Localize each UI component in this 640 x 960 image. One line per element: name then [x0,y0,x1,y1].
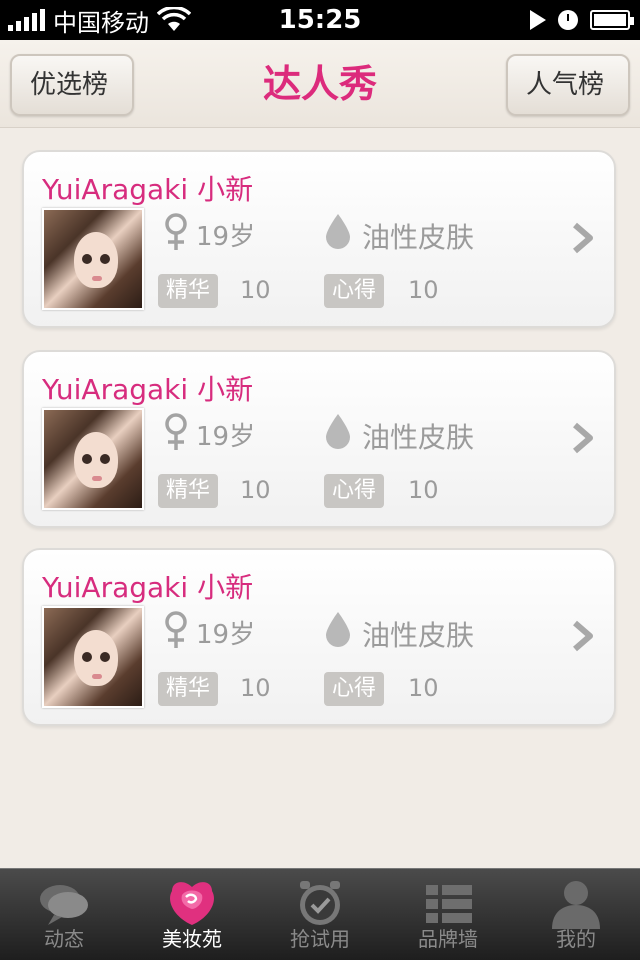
user-age: 19岁 [196,222,256,252]
avatar [42,208,144,310]
review-count: 10 [408,276,439,304]
review-tag: 心得 [324,274,385,308]
tab-label: 品牌墙 [418,927,478,951]
review-tag: 心得 [324,672,385,706]
user-age: 19岁 [196,422,256,452]
clock-icon [558,10,578,30]
review-count: 10 [408,674,439,702]
essence-count: 10 [240,276,271,304]
tab-label: 动态 [44,927,84,951]
essence-count: 10 [240,476,271,504]
essence-tag: 精华 [158,474,219,508]
review-count: 10 [408,476,439,504]
water-drop-icon [326,612,350,647]
female-icon [165,213,187,250]
list-item[interactable]: YuiAragaki 小新 19岁 油性皮肤 精华 10 心得 10 [22,548,616,726]
avatar [42,408,144,510]
status-bar: 中国移动 15:25 [0,0,640,40]
water-drop-icon [326,214,350,249]
list-item[interactable]: YuiAragaki 小新 19岁 油性皮肤 精华 10 心得 10 [22,150,616,328]
status-right [530,0,634,40]
user-name: YuiAragaki 小新 [42,571,254,604]
user-name: YuiAragaki 小新 [42,173,254,206]
tab-label: 我的 [556,927,596,951]
chevron-right-icon[interactable] [570,222,596,254]
water-drop-icon [326,414,350,449]
chat-bubbles-icon [40,885,88,925]
review-tag: 心得 [324,474,385,508]
female-icon [165,611,187,648]
tab-bar: 动态 美妆苑 抢试用 品牌墙 我的 [0,868,640,960]
person-icon [552,881,600,929]
nav-bar: 达人秀 优选榜 人气榜 [0,40,640,128]
essence-count: 10 [240,674,271,702]
user-name: YuiAragaki 小新 [42,373,254,406]
essence-tag: 精华 [158,274,219,308]
featured-ranking-button[interactable]: 优选榜 [10,54,134,116]
tab-label: 美妆苑 [162,927,222,951]
list-icon [426,885,472,923]
avatar [42,606,144,708]
skin-type: 油性皮肤 [362,619,475,652]
play-icon [530,10,546,30]
skin-type: 油性皮肤 [362,421,475,454]
tab-beauty-garden[interactable]: 美妆苑 [128,869,256,960]
skin-type: 油性皮肤 [362,221,475,254]
tab-label: 抢试用 [290,927,350,951]
tab-brand-wall[interactable]: 品牌墙 [384,869,512,960]
chevron-right-icon[interactable] [570,620,596,652]
popularity-ranking-button[interactable]: 人气榜 [506,54,630,116]
alarm-clock-icon [300,881,340,925]
battery-icon [590,10,634,30]
list-item[interactable]: YuiAragaki 小新 19岁 油性皮肤 精华 10 心得 10 [22,350,616,528]
chevron-right-icon[interactable] [570,422,596,454]
female-icon [165,413,187,450]
user-age: 19岁 [196,620,256,650]
tab-feed[interactable]: 动态 [0,869,128,960]
tab-trial[interactable]: 抢试用 [256,869,384,960]
tab-mine[interactable]: 我的 [512,869,640,960]
rose-icon [170,882,214,925]
essence-tag: 精华 [158,672,219,706]
